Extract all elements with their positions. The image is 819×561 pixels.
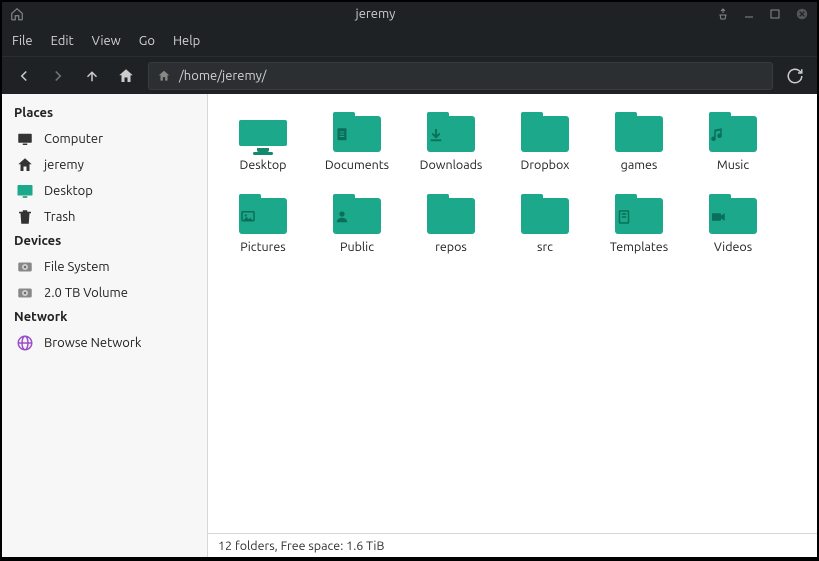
- folder-icon: [333, 112, 381, 152]
- sidebar-item-browse-network[interactable]: Browse Network: [8, 330, 201, 356]
- folder-public[interactable]: Public: [312, 190, 402, 258]
- sidebar-item-label: 2.0 TB Volume: [44, 286, 128, 300]
- folder-icon: [333, 194, 381, 234]
- window-title: jeremy: [34, 7, 717, 21]
- sidebar-item-label: File System: [44, 260, 110, 274]
- folder-icon: [427, 112, 475, 152]
- folder-label: Downloads: [420, 158, 483, 172]
- folder-label: Desktop: [240, 158, 287, 172]
- folder-label: Templates: [610, 240, 668, 254]
- sidebar-item-label: Trash: [44, 210, 75, 224]
- titlebar: jeremy: [2, 2, 817, 26]
- sidebar-item-label: Desktop: [44, 184, 93, 198]
- folder-label: Public: [340, 240, 374, 254]
- folder-label: Dropbox: [521, 158, 570, 172]
- minimize-icon[interactable]: [743, 8, 755, 20]
- folder-templates[interactable]: Templates: [594, 190, 684, 258]
- folder-label: Pictures: [240, 240, 285, 254]
- sidebar-item-computer[interactable]: Computer: [8, 126, 201, 152]
- menu-file[interactable]: File: [12, 34, 33, 48]
- folder-icon: [615, 194, 663, 234]
- folder-icon: [239, 194, 287, 234]
- folder-icon: [427, 194, 475, 234]
- back-button[interactable]: [12, 64, 36, 88]
- menu-view[interactable]: View: [92, 34, 121, 48]
- desktop-icon: [16, 182, 34, 200]
- folder-label: games: [621, 158, 658, 172]
- folder-documents[interactable]: Documents: [312, 108, 402, 176]
- disk-icon: [16, 258, 34, 276]
- up-button[interactable]: [80, 64, 104, 88]
- close-icon[interactable]: [795, 7, 809, 21]
- maximize-icon[interactable]: [769, 8, 781, 20]
- folder-icon: [521, 194, 569, 234]
- folder-label: repos: [435, 240, 467, 254]
- sidebar-item-file-system[interactable]: File System: [8, 254, 201, 280]
- folder-games[interactable]: games: [594, 108, 684, 176]
- menu-edit[interactable]: Edit: [51, 34, 74, 48]
- home-icon: [16, 156, 34, 174]
- statusbar-text: 12 folders, Free space: 1.6 TiB: [218, 539, 384, 553]
- sidebar-item-2-0-tb-volume[interactable]: 2.0 TB Volume: [8, 280, 201, 306]
- toolbar: /home/jeremy/: [2, 56, 817, 94]
- folder-videos[interactable]: Videos: [688, 190, 778, 258]
- sidebar-item-desktop[interactable]: Desktop: [8, 178, 201, 204]
- folder-label: Videos: [714, 240, 752, 254]
- folder-desktop[interactable]: Desktop: [218, 108, 308, 176]
- sidebar-item-label: Computer: [44, 132, 103, 146]
- menu-go[interactable]: Go: [139, 34, 155, 48]
- network-icon: [16, 334, 34, 352]
- sidebar-header: Places: [8, 102, 201, 126]
- sidebar-header: Network: [8, 306, 201, 330]
- folder-grid: Desktop Documents Downloads Dropbox games Mus…: [208, 94, 817, 533]
- folder-icon: [521, 112, 569, 152]
- folder-label: src: [537, 240, 553, 254]
- statusbar: 12 folders, Free space: 1.6 TiB: [208, 533, 817, 557]
- folder-src[interactable]: src: [500, 190, 590, 258]
- trash-icon: [16, 208, 34, 226]
- sidebar-header: Devices: [8, 230, 201, 254]
- folder-dropbox[interactable]: Dropbox: [500, 108, 590, 176]
- home-button[interactable]: [114, 64, 138, 88]
- folder-pictures[interactable]: Pictures: [218, 190, 308, 258]
- app-home-icon: [10, 7, 24, 21]
- pin-icon[interactable]: [717, 8, 729, 20]
- folder-icon: [615, 112, 663, 152]
- folder-label: Music: [717, 158, 749, 172]
- folder-downloads[interactable]: Downloads: [406, 108, 496, 176]
- sidebar: Places Computer jeremy Desktop Trash Devices F…: [2, 94, 208, 557]
- folder-label: Documents: [325, 158, 389, 172]
- folder-icon: [239, 112, 287, 152]
- folder-icon: [709, 112, 757, 152]
- menubar: File Edit View Go Help: [2, 26, 817, 56]
- sidebar-item-jeremy[interactable]: jeremy: [8, 152, 201, 178]
- sidebar-item-trash[interactable]: Trash: [8, 204, 201, 230]
- computer-icon: [16, 130, 34, 148]
- sidebar-item-label: jeremy: [44, 158, 84, 172]
- menu-help[interactable]: Help: [173, 34, 200, 48]
- disk-icon: [16, 284, 34, 302]
- reload-button[interactable]: [783, 64, 807, 88]
- sidebar-item-label: Browse Network: [44, 336, 141, 350]
- forward-button[interactable]: [46, 64, 70, 88]
- folder-icon: [709, 194, 757, 234]
- folder-repos[interactable]: repos: [406, 190, 496, 258]
- pathbar[interactable]: /home/jeremy/: [148, 62, 773, 90]
- pathbar-text: /home/jeremy/: [179, 69, 266, 83]
- folder-music[interactable]: Music: [688, 108, 778, 176]
- pathbar-home-icon: [157, 69, 171, 83]
